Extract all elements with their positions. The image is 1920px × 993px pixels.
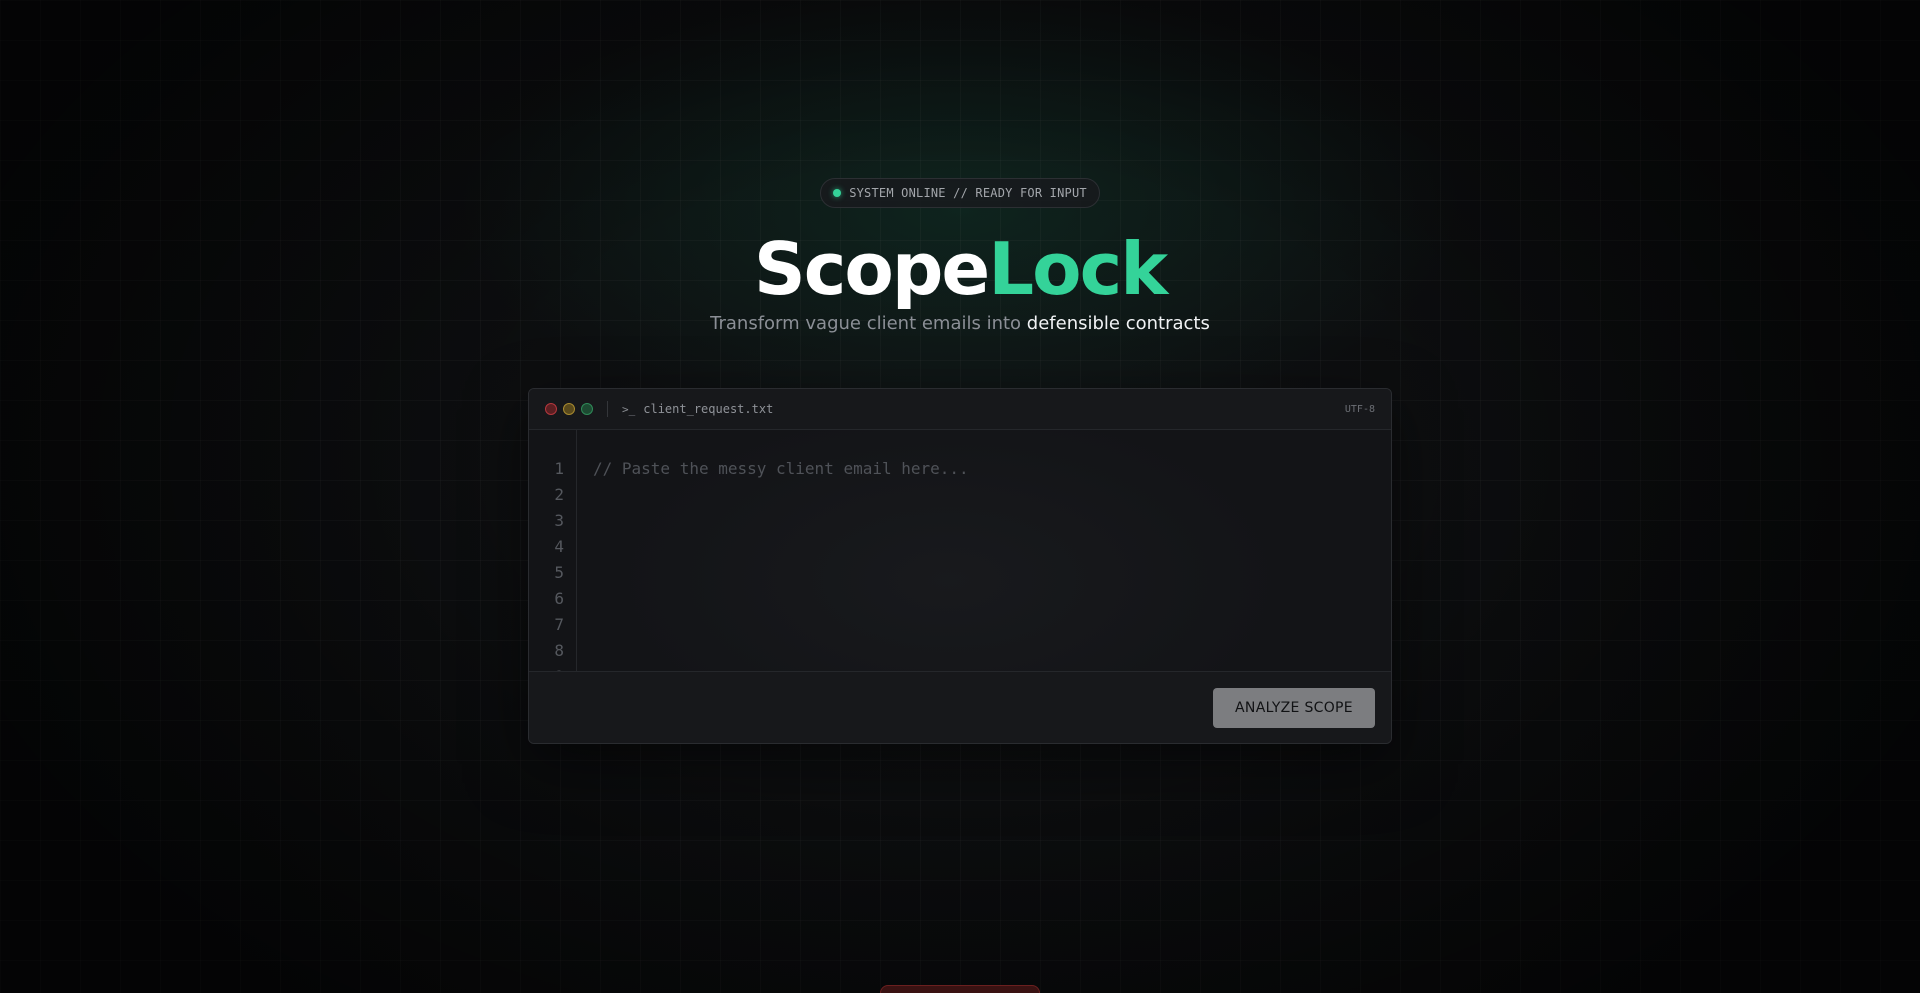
client-email-input[interactable]	[593, 456, 1375, 656]
line-number: 5	[554, 563, 564, 582]
line-number: 4	[554, 537, 564, 556]
line-number: 1	[554, 459, 564, 478]
line-number-gutter: 1 2 3 4 5 6 7 8 9	[529, 430, 577, 671]
line-number: 3	[554, 511, 564, 530]
line-number: 7	[554, 615, 564, 634]
page: SYSTEM ONLINE // READY FOR INPUT ScopeLo…	[0, 0, 1920, 993]
editor-footer: ANALYZE SCOPE	[529, 671, 1391, 743]
line-number: 6	[554, 589, 564, 608]
title-bar-divider	[607, 401, 608, 417]
line-number: 8	[554, 641, 564, 660]
email-editor: >_ client_request.txt UTF-8 1 2 3 4 5 6 7 8 9 AN…	[528, 388, 1392, 744]
page-subtitle: Transform vague client emails into defen…	[0, 313, 1920, 334]
editor-encoding: UTF-8	[1344, 403, 1375, 415]
close-dot-icon	[545, 403, 557, 415]
line-number: 2	[554, 485, 564, 504]
page-title: ScopeLock	[0, 222, 1920, 316]
status-dot-icon	[833, 189, 842, 197]
minimize-dot-icon	[563, 403, 575, 415]
code-area	[577, 430, 1391, 671]
subtitle-prefix: Transform vague client emails into	[710, 313, 1027, 334]
bottom-panel-edge	[880, 985, 1040, 993]
editor-body: 1 2 3 4 5 6 7 8 9	[529, 430, 1391, 671]
editor-title-bar: >_ client_request.txt UTF-8	[529, 389, 1391, 430]
status-text: SYSTEM ONLINE // READY FOR INPUT	[849, 186, 1087, 200]
title-part-lock: Lock	[988, 227, 1168, 311]
title-part-scope: Scope	[753, 227, 990, 311]
editor-filename: client_request.txt	[643, 402, 774, 416]
status-badge: SYSTEM ONLINE // READY FOR INPUT	[820, 178, 1100, 208]
analyze-scope-button[interactable]: ANALYZE SCOPE	[1213, 688, 1375, 728]
terminal-prompt-icon: >_	[622, 402, 636, 416]
subtitle-emphasis: defensible contracts	[1026, 313, 1210, 334]
maximize-dot-icon	[581, 403, 593, 415]
line-number: 9	[529, 664, 564, 671]
